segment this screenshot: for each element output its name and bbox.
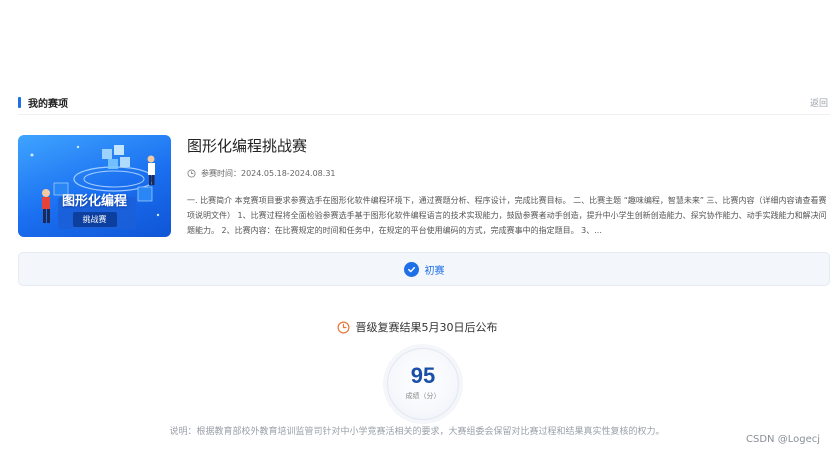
score-unit: 成绩（分） xyxy=(405,392,441,400)
clock-icon xyxy=(337,321,349,333)
score-value: 95 xyxy=(410,363,436,388)
banner-title: 图形化编程 xyxy=(61,194,127,209)
section-title: 我的赛项 xyxy=(28,99,68,110)
score-badge: 95 成绩（分） xyxy=(387,348,459,420)
clock-icon xyxy=(187,169,196,178)
event-time-label: 参赛时间：2024.05.18-2024.08.31 xyxy=(201,169,336,178)
disclaimer-note: 说明：根据教育部校外教育培训监管司针对中小学竞赛活相关的要求，大赛组委会保留对比… xyxy=(169,427,665,437)
event-title[interactable]: 图形化编程挑战赛 xyxy=(187,135,307,156)
stage-label: 初赛 xyxy=(424,265,445,277)
back-link[interactable]: 返回 xyxy=(810,96,828,109)
check-circle-icon xyxy=(403,261,419,277)
event-time: 参赛时间：2024.05.18-2024.08.31 xyxy=(187,168,336,179)
event-banner-image[interactable]: 图形化编程 挑战赛 xyxy=(18,135,171,237)
promotion-notice: 晋级复赛结果5月30日后公布 xyxy=(0,319,834,335)
section-header: 我的赛项 返回 xyxy=(18,92,830,115)
section-marker xyxy=(18,97,21,108)
banner-subtitle: 挑战赛 xyxy=(72,212,117,227)
stage-preliminary-button[interactable]: 初赛 xyxy=(18,252,830,286)
watermark: CSDN @Logecj xyxy=(746,434,820,445)
promotion-notice-text: 晋级复赛结果5月30日后公布 xyxy=(355,321,498,334)
event-description: 一. 比赛简介 本竞赛项目要求参赛选手在图形化软件编程环境下，通过赛题分析、程序… xyxy=(187,196,827,235)
